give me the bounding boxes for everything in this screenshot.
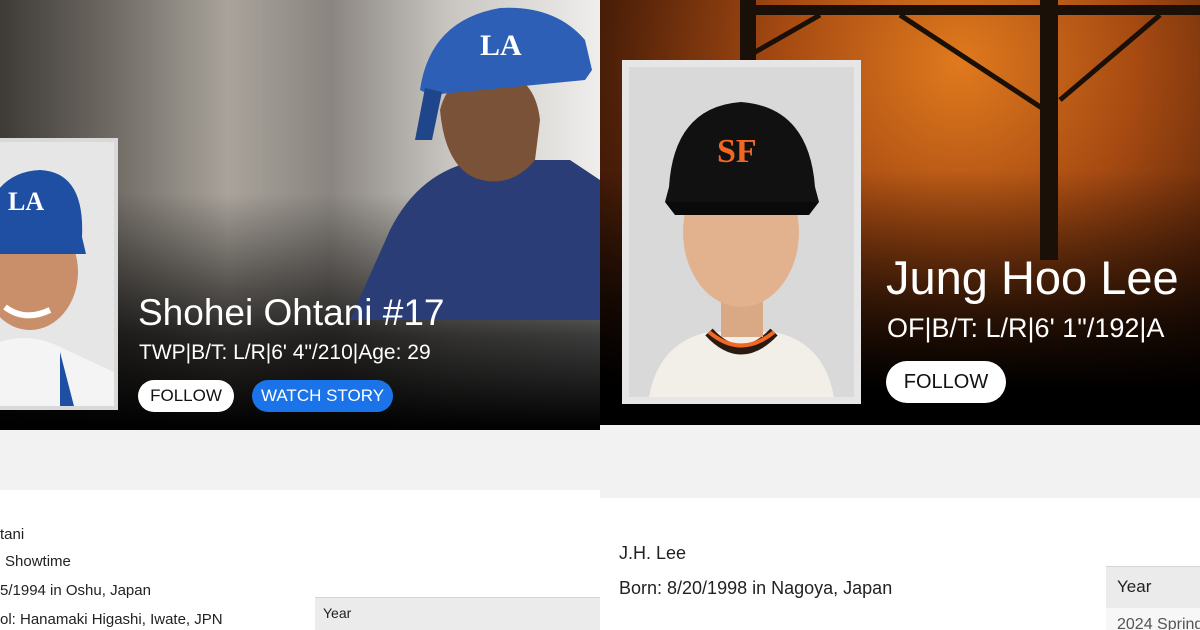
section-divider [600, 425, 1200, 498]
hero-banner: LA LA Shohei Ohtani #17 TWP|B/T: L/R|6' … [0, 0, 600, 430]
bio-fullname: tani [0, 526, 25, 543]
headshot-image: LA [0, 142, 114, 406]
section-divider [0, 430, 600, 490]
bio-born: 5/1994 in Oshu, Japan [0, 582, 151, 599]
table-cell-year: 2024 Spring [1117, 616, 1200, 630]
bio-born: Born: 8/20/1998 in Nagoya, Japan [619, 578, 893, 598]
svg-text:LA: LA [8, 187, 44, 216]
svg-text:LA: LA [480, 29, 522, 62]
hero-player-photo: LA [350, 7, 600, 320]
column-year[interactable]: Year [323, 605, 351, 621]
bio-school: ol: Hanamaki Higashi, Iwate, JPN [0, 611, 223, 628]
follow-button[interactable]: FOLLOW [138, 380, 234, 412]
stats-table-header: Year [315, 597, 600, 630]
bio-fullname: J.H. Lee [619, 543, 687, 563]
player-meta: TWP|B/T: L/R|6' 4"/210|Age: 29 [139, 341, 431, 364]
stats-table-header: Year [1106, 566, 1200, 608]
watch-story-button[interactable]: WATCH STORY [252, 380, 393, 412]
hero-background-tower [740, 0, 1200, 260]
player-headshot: LA [0, 138, 118, 410]
player-profile-ohtani: LA LA Shohei Ohtani #17 TWP|B/T: L/R|6' … [0, 0, 600, 630]
follow-button[interactable]: FOLLOW [886, 361, 1006, 403]
bio-nickname: Showtime [5, 553, 71, 570]
player-name: Shohei Ohtani #17 [138, 292, 445, 333]
player-profile-lee: J.H. Lee Born: 8/20/1998 in Nagoya, Japa… [600, 0, 1200, 630]
table-row: 2024 Spring [1106, 608, 1200, 630]
column-year[interactable]: Year [1117, 577, 1151, 597]
